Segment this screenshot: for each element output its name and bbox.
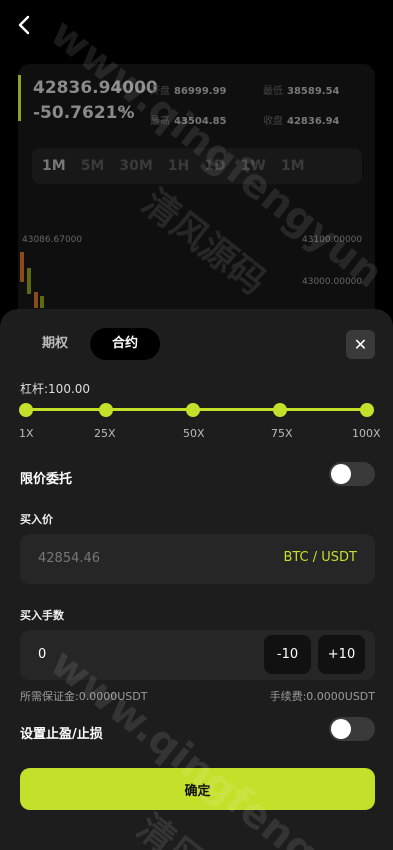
leverage-label: 杠杆:100.00 (20, 382, 91, 396)
required-margin: 所需保证金:0.0000USDT (20, 690, 148, 703)
stat-low: 最低 38589.54 (263, 86, 340, 97)
leverage-tick: 25X (94, 427, 116, 440)
confirm-button[interactable]: 确定 (20, 768, 375, 810)
leverage-stop[interactable] (99, 403, 113, 417)
decrease-button[interactable]: -10 (264, 635, 311, 674)
leverage-stop[interactable] (273, 403, 287, 417)
stat-close: 收盘 42836.94 (263, 116, 340, 127)
back-button[interactable] (14, 14, 36, 36)
timeframe-tab[interactable]: 1W (241, 158, 266, 174)
candle (20, 252, 24, 282)
fee: 手续费:0.0000USDT (269, 690, 375, 703)
tab-options[interactable]: 期权 (20, 328, 90, 360)
leverage-stop[interactable] (19, 403, 33, 417)
candle (34, 292, 38, 308)
quantity-label: 买入手数 (20, 609, 64, 622)
leverage-tick: 50X (183, 427, 205, 440)
timeframe-tab[interactable]: 1M (281, 158, 305, 174)
close-button[interactable]: ✕ (346, 330, 375, 359)
axis-label-left: 43086.67000 (22, 235, 83, 245)
quantity-field: 0 -10 +10 (20, 630, 375, 680)
ticker-price: 42836.94000 (33, 78, 158, 98)
timeframe-tab[interactable]: 5M (81, 158, 105, 174)
leverage-stop[interactable] (186, 403, 200, 417)
timeframe-tab[interactable]: 30M (119, 158, 152, 174)
timeframe-tab[interactable]: 1H (168, 158, 189, 174)
stop-loss-toggle[interactable] (329, 717, 375, 741)
limit-order-label: 限价委托 (20, 472, 73, 487)
toggle-knob (331, 719, 351, 739)
increase-button[interactable]: +10 (318, 635, 365, 674)
axis-label-right: 43100.00000 (302, 235, 363, 245)
leverage-tick: 75X (271, 427, 293, 440)
trend-down-icon: ↘ (118, 105, 127, 116)
trading-pair: BTC / USDT (283, 550, 357, 565)
timeframe-bar: 1M 5M 30M 1H 1D 1W 1M (32, 148, 362, 184)
order-type-tabs: 期权 合约 (20, 328, 161, 360)
timeframe-tab[interactable]: 1M (42, 158, 66, 174)
leverage-tick: 1X (19, 427, 34, 440)
price-accent-bar (18, 75, 21, 121)
tab-contract[interactable]: 合约 (90, 328, 161, 360)
toggle-knob (331, 464, 351, 484)
leverage-slider-thumb[interactable] (360, 403, 374, 417)
buy-price-field[interactable]: 42854.46 BTC / USDT (20, 534, 375, 584)
stat-high: 最高 43504.85 (150, 116, 227, 127)
buy-price-input[interactable]: 42854.46 (38, 551, 100, 566)
chevron-left-icon (18, 15, 30, 35)
timeframe-tab[interactable]: 1D (204, 158, 225, 174)
axis-label-right: 43000.00000 (302, 277, 363, 287)
stop-loss-label: 设置止盈/止损 (20, 727, 103, 742)
candle (27, 268, 31, 294)
stat-open: 开盘 86999.99 (150, 86, 227, 97)
buy-price-label: 买入价 (20, 513, 53, 526)
limit-order-toggle[interactable] (329, 462, 375, 486)
quantity-input[interactable]: 0 (38, 647, 46, 662)
candle (40, 296, 44, 308)
leverage-tick: 100X (352, 427, 381, 440)
close-icon: ✕ (353, 335, 368, 354)
